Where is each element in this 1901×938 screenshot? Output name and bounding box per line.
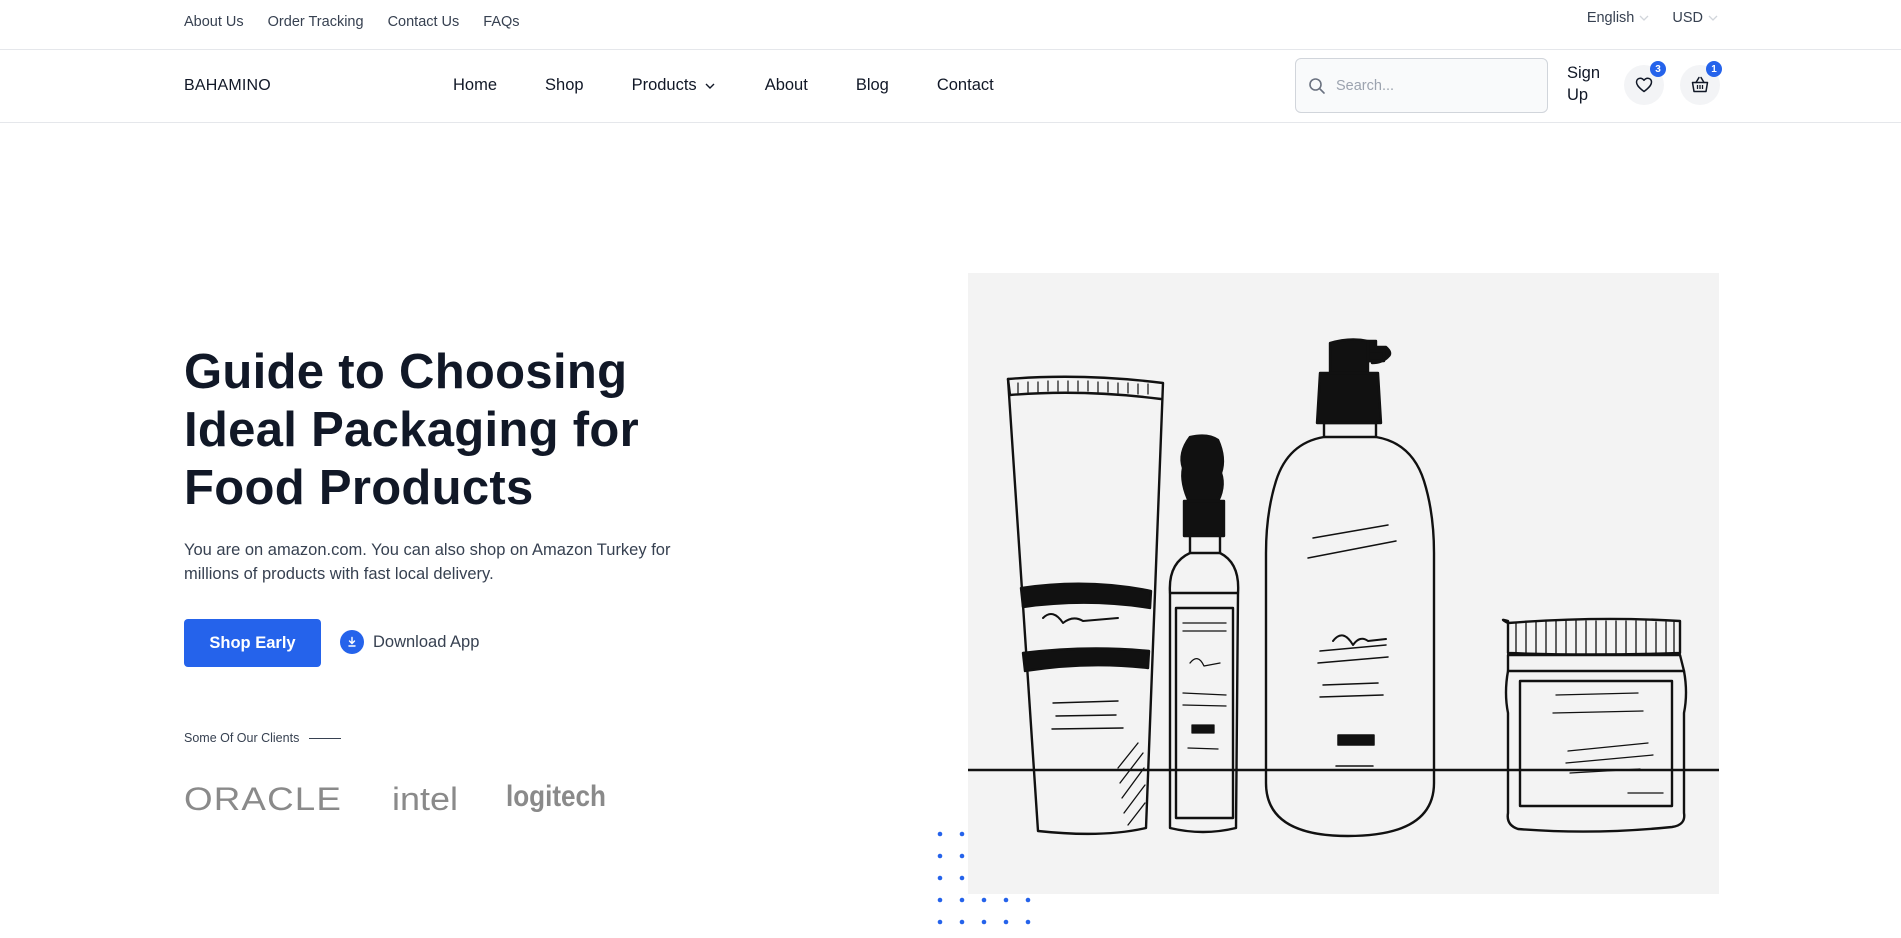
download-icon — [340, 630, 364, 654]
top-bar: About Us Order Tracking Contact Us FAQs … — [0, 0, 1901, 50]
intel-logo: intel — [392, 781, 458, 817]
dropper-bottle-drawing — [1168, 434, 1240, 834]
top-selectors: English USD — [1587, 10, 1719, 26]
wishlist-button[interactable]: 3 — [1624, 61, 1666, 105]
clients-label: Some Of Our Clients — [184, 731, 342, 745]
download-app-button[interactable]: Download App — [340, 630, 479, 654]
pump-bottle-drawing — [1264, 338, 1436, 838]
language-value: English — [1586, 10, 1635, 26]
heart-icon — [1635, 77, 1653, 93]
intel-logo-text: intel — [392, 781, 458, 817]
language-select[interactable]: English — [1587, 10, 1651, 26]
top-link-order-tracking[interactable]: Order Tracking — [268, 14, 364, 30]
nav-blog[interactable]: Blog — [856, 76, 889, 95]
tube-drawing — [1006, 375, 1165, 836]
sign-up-link[interactable]: Sign Up — [1567, 62, 1607, 106]
nav-products-label: Products — [631, 76, 697, 94]
main-navbar: BAHAMINO Home Shop Products About Blog C… — [0, 50, 1901, 123]
currency-select[interactable]: USD — [1672, 10, 1719, 26]
oracle-logo: ORACLE — [184, 781, 342, 817]
download-app-label: Download App — [373, 632, 480, 651]
hero-product-illustration — [968, 273, 1719, 894]
top-link-about-us[interactable]: About Us — [184, 14, 244, 30]
search-box — [1295, 58, 1548, 113]
cart-button[interactable]: 1 — [1680, 61, 1722, 105]
nav-home[interactable]: Home — [453, 76, 497, 95]
shop-early-button[interactable]: Shop Early — [184, 619, 321, 667]
nav-contact[interactable]: Contact — [937, 76, 994, 95]
basket-icon — [1691, 76, 1709, 93]
logitech-logo-text: logitech — [506, 780, 606, 813]
clients-label-text: Some Of Our Clients — [184, 731, 300, 745]
nav-shop[interactable]: Shop — [545, 76, 584, 95]
chevron-down-icon — [1639, 15, 1649, 21]
search-input[interactable] — [1336, 77, 1526, 94]
hero-title: Guide to Choosing Ideal Packaging for Fo… — [184, 345, 640, 515]
currency-value: USD — [1672, 10, 1703, 26]
main-menu: Home Shop Products About Blog Contact — [453, 76, 994, 95]
top-links: About Us Order Tracking Contact Us FAQs — [184, 14, 520, 30]
clients-divider — [309, 737, 342, 739]
top-link-contact-us[interactable]: Contact Us — [388, 14, 460, 30]
oracle-logo-text: ORACLE — [184, 781, 342, 817]
chevron-down-icon — [1708, 15, 1718, 21]
top-link-faqs[interactable]: FAQs — [483, 14, 519, 30]
wishlist-count-badge: 3 — [1650, 61, 1666, 77]
logitech-logo: logitech — [506, 780, 606, 813]
site-logo[interactable]: BAHAMINO — [184, 77, 271, 95]
nav-products[interactable]: Products — [632, 76, 717, 95]
cart-count-badge: 1 — [1706, 61, 1722, 77]
hero-description: You are on amazon.com. You can also shop… — [184, 541, 671, 583]
nav-about[interactable]: About — [765, 76, 808, 95]
jar-drawing — [1501, 617, 1688, 833]
chevron-down-icon — [705, 83, 715, 89]
search-icon — [1309, 77, 1325, 94]
